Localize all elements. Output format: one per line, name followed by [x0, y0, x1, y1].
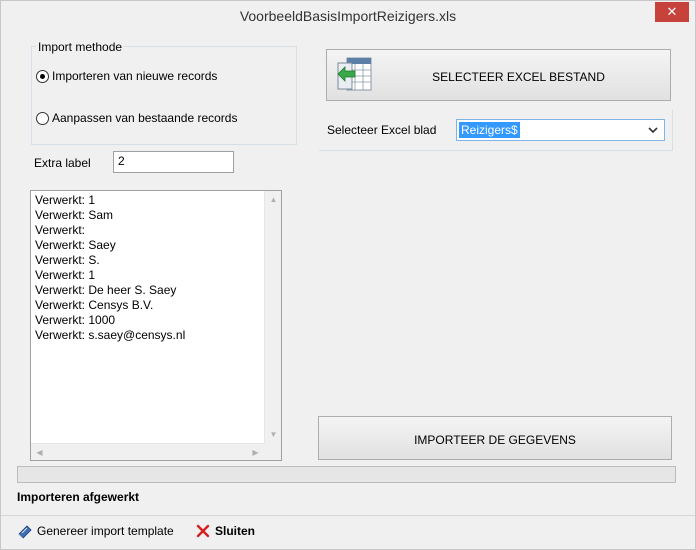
generate-template-button[interactable]: Genereer import template: [17, 523, 174, 539]
extra-label-input[interactable]: 2: [113, 151, 234, 173]
select-excel-label: SELECTEER EXCEL BESTAND: [432, 70, 605, 84]
sheet-label: Selecteer Excel blad: [327, 123, 437, 137]
log-line: Verwerkt: 1: [35, 193, 96, 207]
log-line: Verwerkt: S.: [35, 253, 100, 267]
close-window-button[interactable]: ✕: [655, 2, 689, 22]
import-data-label: IMPORTEER DE GEGEVENS: [414, 433, 576, 447]
generate-template-label: Genereer import template: [37, 524, 174, 538]
close-button[interactable]: Sluiten: [195, 523, 255, 539]
log-line: Verwerkt: 1000: [35, 313, 116, 327]
status-text: Importeren afgewerkt: [17, 490, 140, 504]
title-bar[interactable]: VoorbeeldBasisImportReizigers.xls ✕: [1, 1, 695, 32]
radio-new-records[interactable]: Importeren van nieuwe records: [36, 69, 217, 83]
sheet-dropdown-value: Reizigers$: [459, 122, 520, 138]
radio-button-checked[interactable]: [36, 69, 49, 83]
import-data-button[interactable]: IMPORTEER DE GEGEVENS: [318, 416, 672, 460]
window-title: VoorbeeldBasisImportReizigers.xls: [239, 8, 457, 24]
log-line: Verwerkt: 1: [35, 268, 96, 282]
import-method-legend: Import methode: [36, 40, 125, 54]
radio-update-records[interactable]: Aanpassen van bestaande records: [36, 111, 237, 125]
chevron-down-icon[interactable]: [648, 123, 658, 137]
select-excel-button[interactable]: SELECTEER EXCEL BESTAND: [326, 49, 671, 101]
log-line: Verwerkt: Saey: [35, 238, 116, 252]
horizontal-scrollbar[interactable]: ◀ ▶: [31, 443, 264, 460]
scroll-up-icon[interactable]: ▲: [265, 191, 282, 208]
import-method-group: Import methode Importeren van nieuwe rec…: [31, 40, 297, 145]
log-line: Verwerkt: De heer S. Saey: [35, 283, 177, 297]
close-x-icon: [196, 524, 210, 538]
log-line: Verwerkt: s.saey@censys.nl: [35, 328, 186, 342]
log-line: Verwerkt: Sam: [35, 208, 114, 222]
vertical-scrollbar[interactable]: ▲ ▼: [264, 191, 281, 443]
import-window: VoorbeeldBasisImportReizigers.xls ✕ Impo…: [0, 0, 696, 550]
sheet-panel: Selecteer Excel blad Reizigers$: [319, 110, 673, 151]
radio-new-records-label: Importeren van nieuwe records: [52, 69, 218, 83]
log-line: Verwerkt: Censys B.V.: [35, 298, 154, 312]
log-lines: Verwerkt: 1 Verwerkt: Sam Verwerkt: Verwerk…: [35, 193, 263, 343]
scroll-right-icon[interactable]: ▶: [247, 444, 264, 461]
radio-button-unchecked[interactable]: [36, 111, 49, 125]
scroll-down-icon[interactable]: ▼: [265, 426, 282, 443]
bottom-toolbar: Genereer import template Sluiten: [1, 515, 695, 549]
close-label: Sluiten: [215, 524, 256, 538]
book-template-icon: [18, 525, 32, 539]
log-line: Verwerkt:: [35, 223, 86, 237]
progress-bar: [17, 466, 676, 483]
radio-update-records-label: Aanpassen van bestaande records: [52, 111, 238, 125]
extra-label-text: Extra label: [34, 156, 91, 170]
scrollbar-corner: [264, 443, 281, 460]
log-listbox[interactable]: Verwerkt: 1 Verwerkt: Sam Verwerkt: Verwerk…: [30, 190, 282, 461]
scroll-left-icon[interactable]: ◀: [31, 444, 48, 461]
sheet-dropdown[interactable]: Reizigers$: [456, 119, 665, 141]
